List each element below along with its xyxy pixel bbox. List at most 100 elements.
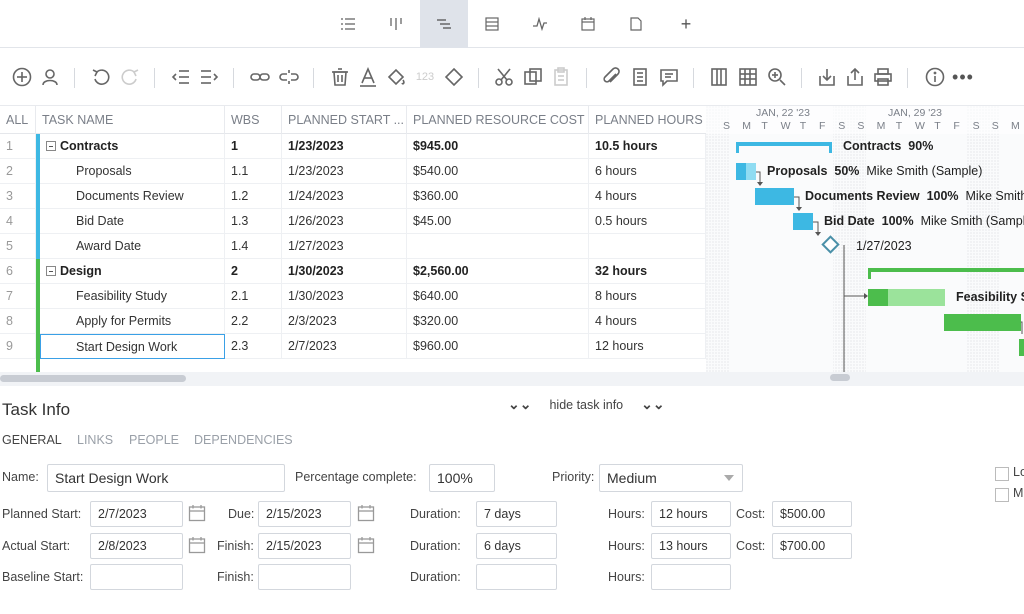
table-row[interactable]: 2 Proposals 1.1 1/23/2023 $540.00 6 hours (0, 159, 706, 184)
font-color-icon[interactable] (355, 64, 381, 90)
milestone-icon[interactable] (441, 64, 467, 90)
cell-wbs[interactable]: 1.4 (225, 234, 282, 259)
cell-n[interactable]: 7 (0, 284, 36, 309)
table-row[interactable]: 5 Award Date 1.4 1/27/2023 (0, 234, 706, 259)
export-icon[interactable] (842, 64, 868, 90)
table-row[interactable]: 1 Contracts 1 1/23/2023 $945.00 10.5 hours (0, 134, 706, 159)
reports-view-icon[interactable] (612, 0, 660, 48)
task-name-field[interactable]: Start Design Work (47, 464, 285, 492)
documents-review-bar[interactable] (755, 188, 794, 205)
actual-hours-field[interactable]: 13 hours (651, 533, 731, 559)
cell-task[interactable]: Proposals (40, 159, 225, 184)
grid-scroll-thumb[interactable] (0, 375, 186, 382)
baseline-finish-field[interactable] (258, 564, 351, 590)
start-design-work-bar[interactable] (1019, 339, 1024, 356)
link-icon[interactable] (247, 64, 273, 90)
fill-color-icon[interactable] (383, 64, 409, 90)
header-planned-resource-cost[interactable]: PLANNED RESOURCE COST (407, 106, 589, 134)
gantt-horizontal-scrollbar[interactable] (706, 372, 1024, 386)
header-all[interactable]: ALL (0, 106, 36, 134)
cell-task[interactable]: Documents Review (40, 184, 225, 209)
table-row[interactable]: 9 Start Design Work 2.3 2/7/2023 $960.00 12 h… (0, 334, 706, 359)
add-view-icon[interactable]: + (662, 0, 710, 48)
undo-icon[interactable] (88, 64, 114, 90)
attachment-icon[interactable] (599, 64, 625, 90)
cell-n[interactable]: 8 (0, 309, 36, 334)
cell-start[interactable]: 1/24/2023 (282, 184, 407, 209)
percentage-complete-field[interactable]: 100% (429, 464, 495, 492)
design-summary-bar[interactable] (868, 268, 1024, 272)
contracts-summary-bar[interactable] (736, 142, 832, 146)
header-task-name[interactable]: TASK NAME (36, 106, 225, 134)
cell-task[interactable]: Apply for Permits (40, 309, 225, 334)
gantt-scroll-thumb[interactable] (830, 374, 850, 381)
table-row[interactable]: 7 Feasibility Study 2.1 1/30/2023 $640.00 8 h… (0, 284, 706, 309)
cell-wbs[interactable]: 2.3 (225, 334, 282, 359)
header-planned-start[interactable]: PLANNED START ... (282, 106, 407, 134)
cell-hours[interactable] (589, 234, 706, 259)
cell-wbs[interactable]: 2 (225, 259, 282, 284)
cell-task[interactable]: Feasibility Study (40, 284, 225, 309)
cell-task[interactable]: Design (40, 259, 225, 284)
collapse-icon[interactable] (46, 266, 56, 276)
collapse-icon[interactable] (46, 141, 56, 151)
copy-icon[interactable] (520, 64, 546, 90)
tab-links[interactable]: LINKS (77, 433, 113, 447)
actual-finish-calendar-icon[interactable] (357, 536, 375, 554)
cut-icon[interactable] (491, 64, 517, 90)
cell-cost[interactable]: $320.00 (407, 309, 589, 334)
cell-start[interactable]: 2/7/2023 (282, 334, 407, 359)
info-icon[interactable] (922, 64, 948, 90)
hide-task-info-toggle[interactable]: ⌄⌄ hide task info ⌄⌄ (508, 396, 665, 413)
grid-icon[interactable] (735, 64, 761, 90)
checkbox-2[interactable] (995, 488, 1009, 502)
cell-wbs[interactable]: 2.2 (225, 309, 282, 334)
unlink-icon[interactable] (276, 64, 302, 90)
cell-hours[interactable]: 32 hours (589, 259, 706, 284)
actual-start-calendar-icon[interactable] (188, 536, 206, 554)
dashboard-view-icon[interactable] (516, 0, 564, 48)
cell-cost[interactable]: $2,560.00 (407, 259, 589, 284)
cell-n[interactable]: 5 (0, 234, 36, 259)
cell-cost[interactable]: $45.00 (407, 209, 589, 234)
cell-n[interactable]: 3 (0, 184, 36, 209)
cell-hours[interactable]: 0.5 hours (589, 209, 706, 234)
tab-dependencies[interactable]: DEPENDENCIES (194, 433, 293, 447)
cell-cost[interactable]: $540.00 (407, 159, 589, 184)
cell-cost[interactable]: $960.00 (407, 334, 589, 359)
cell-start[interactable]: 1/27/2023 (282, 234, 407, 259)
tab-people[interactable]: PEOPLE (129, 433, 179, 447)
tab-general[interactable]: GENERAL (2, 433, 62, 447)
cell-n[interactable]: 1 (0, 134, 36, 159)
cell-hours[interactable]: 8 hours (589, 284, 706, 309)
header-wbs[interactable]: WBS (225, 106, 282, 134)
table-row[interactable]: 4 Bid Date 1.3 1/26/2023 $45.00 0.5 hours (0, 209, 706, 234)
redo-icon[interactable] (117, 64, 143, 90)
table-row[interactable]: 6 Design 2 1/30/2023 $2,560.00 32 hours (0, 259, 706, 284)
cell-wbs[interactable]: 1 (225, 134, 282, 159)
cell-start[interactable]: 1/30/2023 (282, 259, 407, 284)
checkbox-1[interactable] (995, 467, 1009, 481)
cell-task[interactable]: Bid Date (40, 209, 225, 234)
gantt-view-icon[interactable] (420, 0, 468, 48)
cell-start[interactable]: 1/26/2023 (282, 209, 407, 234)
cell-wbs[interactable]: 1.2 (225, 184, 282, 209)
planned-start-field[interactable]: 2/7/2023 (90, 501, 183, 527)
apply-for-permits-bar[interactable] (944, 314, 1021, 331)
columns-icon[interactable] (706, 64, 732, 90)
cell-start[interactable]: 1/23/2023 (282, 159, 407, 184)
actual-start-field[interactable]: 2/8/2023 (90, 533, 183, 559)
planned-cost-field[interactable]: $500.00 (772, 501, 852, 527)
cell-n[interactable]: 4 (0, 209, 36, 234)
cell-hours[interactable]: 6 hours (589, 159, 706, 184)
feasibility-study-bar[interactable] (868, 289, 945, 306)
cell-wbs[interactable]: 1.1 (225, 159, 282, 184)
cell-wbs[interactable]: 1.3 (225, 209, 282, 234)
cell-start[interactable]: 1/23/2023 (282, 134, 407, 159)
paste-icon[interactable] (549, 64, 575, 90)
baseline-hours-field[interactable] (651, 564, 731, 590)
cell-hours[interactable]: 10.5 hours (589, 134, 706, 159)
actual-cost-field[interactable]: $700.00 (772, 533, 852, 559)
cell-cost[interactable]: $360.00 (407, 184, 589, 209)
cell-n[interactable]: 9 (0, 334, 36, 359)
